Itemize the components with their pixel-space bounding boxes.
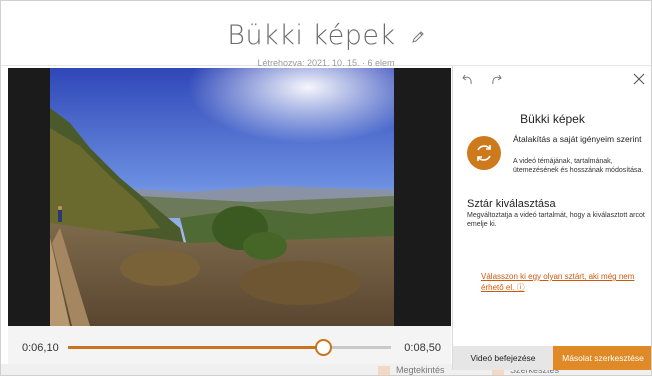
end-time: 0:08,50 (404, 342, 441, 354)
star-link[interactable]: Válasszon ki egy olyan sztárt, aki még n… (481, 271, 641, 293)
finish-video-button[interactable]: Videó befejezése (453, 346, 553, 370)
edit-copy-button[interactable]: Másolat szerkesztése (553, 346, 652, 370)
page-header: Bükki képek Létrehozva: 2021. 10. 15. · … (0, 0, 652, 68)
timeline-track[interactable] (68, 346, 391, 349)
star-heading: Sztár kiválasztása (467, 198, 556, 210)
page-title: Bükki képek (0, 20, 652, 51)
timeline-progress (68, 346, 324, 349)
convert-heading[interactable]: Átalakítás a saját igényeim szerint (513, 134, 643, 144)
timeline-scrubber[interactable] (315, 339, 333, 356)
video-frame[interactable] (50, 68, 394, 326)
convert-description: A videó témájának, tartalmának, ütemezés… (513, 158, 644, 174)
close-icon[interactable] (632, 72, 646, 86)
preview-button[interactable]: Megtekintés (396, 365, 445, 375)
undo-icon[interactable] (461, 72, 475, 86)
start-time: 0:06,10 (22, 342, 59, 354)
star-description: Megváltoztatja a videó tartalmát, hogy a… (467, 212, 645, 228)
video-player[interactable] (8, 68, 451, 326)
preview-icon (378, 366, 390, 375)
redo-icon[interactable] (489, 72, 503, 86)
video-frame-image (50, 68, 394, 326)
page-title-text[interactable]: Bükki képek (227, 20, 395, 51)
panel-title: Bükki képek (520, 112, 585, 126)
convert-button[interactable] (467, 136, 501, 170)
side-panel: Bükki képek Átalakítás a saját igényeim … (452, 66, 652, 370)
refresh-icon (477, 145, 491, 161)
pencil-icon[interactable] (411, 30, 425, 44)
